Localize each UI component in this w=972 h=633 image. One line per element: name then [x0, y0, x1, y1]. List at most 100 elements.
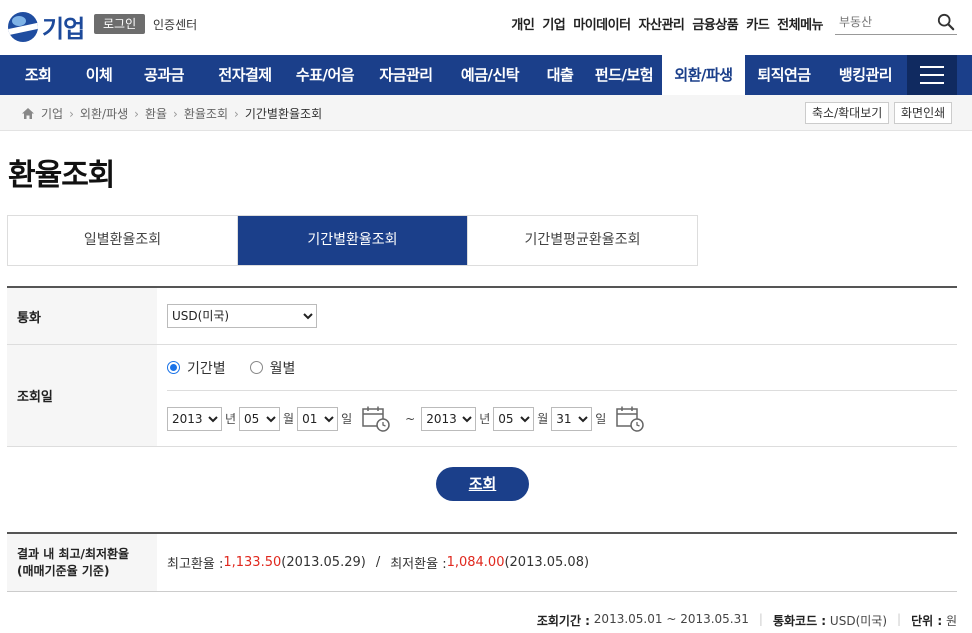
unit-month: 월 — [537, 412, 549, 426]
end-day-select[interactable]: 31 — [551, 406, 593, 431]
end-year-select[interactable]: 2013 — [421, 406, 477, 431]
nav-loan[interactable]: 대출 — [534, 55, 586, 95]
cert-center-link[interactable]: 인증센터 — [153, 16, 197, 33]
nav-pension[interactable]: 퇴직연금 — [745, 55, 823, 95]
info-divider: | — [758, 612, 763, 626]
top-bar: 기업 로그인 인증센터 개인 기업 마이데이터 자산관리 금융상품 카드 전체메… — [0, 0, 972, 55]
util-nav-asset[interactable]: 자산관리 — [639, 14, 685, 33]
radio-monthly[interactable]: 월별 — [249, 358, 296, 378]
query-form: 통화 USD(미국) 조회일 기간별 월별 2013 년 05 월 01 일 ~… — [7, 286, 957, 447]
currency-code-value: USD(미국) — [829, 614, 888, 628]
radio-period[interactable]: 기간별 — [167, 358, 226, 378]
breadcrumb-current: 기간별환율조회 — [244, 107, 323, 121]
breadcrumb-item[interactable]: 환율조회 — [184, 105, 228, 122]
tab-period-rate[interactable]: 기간별환율조회 — [238, 216, 468, 265]
calendar-icon[interactable] — [361, 405, 391, 433]
nav-e-payment[interactable]: 전자결제 — [206, 55, 284, 95]
breadcrumb-item[interactable]: 외환/파생 — [80, 105, 128, 122]
currency-row: 통화 USD(미국) — [7, 288, 957, 345]
start-year-select[interactable]: 2013 — [167, 406, 222, 431]
info-divider: | — [897, 612, 902, 626]
low-rate-date: (2013.05.08) — [504, 555, 590, 570]
util-nav-allmenu[interactable]: 전체메뉴 — [777, 14, 823, 33]
unit-year: 년 — [225, 412, 237, 426]
nav-inquiry[interactable]: 조회 — [0, 55, 76, 95]
radio-unchecked-icon — [249, 361, 263, 374]
date-row: 조회일 기간별 월별 2013 년 05 월 01 일 ~ 2013 년 05 … — [7, 345, 957, 447]
breadcrumb-chevron-icon: › — [234, 106, 239, 121]
tab-bar: 일별환율조회 기간별환율조회 기간별평균환율조회 — [7, 215, 698, 266]
low-rate-value: 1,084.00 — [446, 555, 505, 570]
hamburger-menu-icon[interactable] — [907, 55, 957, 95]
calendar-icon[interactable] — [615, 405, 645, 433]
tab-period-average-rate[interactable]: 기간별평균환율조회 — [468, 216, 697, 265]
unit-day: 일 — [341, 412, 353, 426]
low-rate-label: 최저환율 : — [390, 557, 447, 572]
search-input[interactable] — [835, 11, 931, 33]
query-info: 조회기간 : 2013.05.01 ~ 2013.05.31 | 통화코드 : … — [537, 612, 957, 629]
currency-code-label: 통화코드 : — [772, 614, 827, 628]
end-month-select[interactable]: 05 — [493, 406, 535, 431]
result-label-line1: 결과 내 최고/최저환율 — [17, 546, 130, 561]
logo[interactable]: 기업 — [8, 9, 85, 44]
high-rate-value: 1,133.50 — [223, 555, 282, 570]
result-summary: 결과 내 최고/최저환율 (매매기준율 기준) 최고환율 : 1,133.50 … — [7, 532, 957, 592]
currency-select[interactable]: USD(미국) — [167, 304, 317, 328]
util-nav-mydata[interactable]: 마이데이터 — [573, 14, 631, 33]
result-divider: / — [375, 555, 381, 570]
date-range: 2013 년 05 월 01 일 ~ 2013 년 05 월 31 일 — [167, 390, 957, 446]
nav-banking-management[interactable]: 뱅킹관리 — [823, 55, 908, 95]
logo-text: 기업 — [42, 15, 85, 43]
breadcrumb-chevron-icon: › — [134, 106, 139, 121]
range-tilde: ~ — [405, 411, 416, 426]
nav-checks[interactable]: 수표/어음 — [284, 55, 366, 95]
result-label-line2: (매매기준율 기준) — [17, 563, 110, 578]
nav-utility-bills[interactable]: 공과금 — [122, 55, 206, 95]
util-nav-card[interactable]: 카드 — [746, 14, 769, 33]
main-nav: 조회 이체 공과금 전자결제 수표/어음 자금관리 예금/신탁 대출 펀드/보험… — [0, 55, 972, 95]
breadcrumb-item[interactable]: 기업 — [41, 105, 63, 122]
radio-checked-icon — [167, 361, 180, 374]
breadcrumb-bar: 기업 › 외환/파생 › 환율 › 환율조회 › 기간별환율조회 축소/확대보기… — [0, 95, 972, 131]
logo-mark-icon — [8, 11, 38, 42]
breadcrumb: 기업 › 외환/파생 › 환율 › 환율조회 › 기간별환율조회 — [21, 105, 322, 122]
unit-day: 일 — [595, 412, 607, 426]
utility-nav: 개인 기업 마이데이터 자산관리 금융상품 카드 전체메뉴 — [511, 14, 823, 33]
tab-daily-rate[interactable]: 일별환율조회 — [8, 216, 238, 265]
radio-period-label: 기간별 — [187, 360, 226, 377]
breadcrumb-chevron-icon: › — [173, 106, 178, 121]
radio-monthly-label: 월별 — [269, 360, 296, 377]
period-label: 조회기간 : — [536, 614, 590, 628]
util-nav-products[interactable]: 금융상품 — [692, 14, 738, 33]
unit-month: 월 — [283, 412, 295, 426]
date-type-options: 기간별 월별 — [167, 345, 957, 390]
zoom-button[interactable]: 축소/확대보기 — [805, 102, 890, 124]
nav-forex-derivatives[interactable]: 외환/파생 — [662, 55, 745, 95]
nav-transfer[interactable]: 이체 — [76, 55, 122, 95]
util-nav-personal[interactable]: 개인 — [511, 14, 534, 33]
start-day-select[interactable]: 01 — [297, 406, 339, 431]
home-icon[interactable] — [21, 107, 35, 120]
search-box — [835, 11, 957, 35]
unit-label: 단위 : — [911, 614, 943, 628]
print-button[interactable]: 화면인쇄 — [894, 102, 953, 124]
result-values: 최고환율 : 1,133.50 (2013.05.29) / 최저환율 : 1,… — [157, 534, 957, 591]
result-label: 결과 내 최고/최저환율 (매매기준율 기준) — [7, 534, 157, 591]
query-button[interactable]: 조회 — [436, 467, 529, 501]
nav-fund-management[interactable]: 자금관리 — [366, 55, 446, 95]
nav-deposit-trust[interactable]: 예금/신탁 — [446, 55, 534, 95]
high-rate-date: (2013.05.29) — [281, 555, 366, 570]
high-rate-label: 최고환율 : — [167, 557, 224, 572]
breadcrumb-chevron-icon: › — [69, 106, 74, 121]
start-month-select[interactable]: 05 — [239, 406, 281, 431]
breadcrumb-item[interactable]: 환율 — [145, 105, 167, 122]
unit-value: 원 — [945, 614, 957, 628]
login-button[interactable]: 로그인 — [94, 14, 146, 34]
nav-fund-insurance[interactable]: 펀드/보험 — [586, 55, 662, 95]
search-icon[interactable] — [937, 13, 955, 31]
currency-label: 통화 — [7, 288, 157, 344]
period-value: 2013.05.01 ~ 2013.05.31 — [593, 612, 749, 626]
page-title: 환율조회 — [8, 158, 115, 193]
util-nav-corporate[interactable]: 기업 — [542, 14, 565, 33]
unit-year: 년 — [479, 412, 491, 426]
